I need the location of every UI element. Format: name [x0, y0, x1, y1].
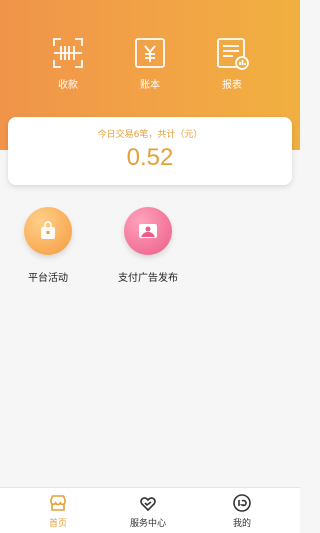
feature-label: 平台活动	[28, 273, 68, 284]
bottom-tab-bar: 首页 服务中心 我的	[0, 487, 300, 533]
summary-subtitle: 今日交易6笔，共计（元）	[97, 130, 203, 140]
image-icon	[124, 207, 172, 255]
ledger-icon	[133, 36, 167, 70]
feature-label: 支付广告发布	[118, 273, 178, 284]
feature-platform-activity[interactable]: 平台活动	[8, 207, 88, 284]
tab-label: 我的	[232, 519, 251, 529]
quick-action-label: 账本	[140, 80, 160, 91]
report-icon	[215, 36, 249, 70]
profile-icon	[233, 494, 251, 512]
quick-action-label: 报表	[222, 80, 242, 91]
summary-amount: 0.52	[126, 144, 174, 171]
scan-icon	[51, 36, 85, 70]
quick-action-collect[interactable]: 收款	[43, 36, 93, 91]
tab-label: 服务中心	[129, 519, 166, 529]
heart-hands-icon	[140, 497, 156, 512]
tab-home[interactable]: 首页	[28, 493, 88, 529]
store-icon	[50, 495, 66, 511]
quick-action-label: 收款	[58, 80, 78, 91]
feature-payment-ad[interactable]: 支付广告发布	[108, 207, 188, 284]
shopping-bag-icon	[24, 207, 72, 255]
tab-mine[interactable]: 我的	[212, 493, 272, 529]
quick-action-ledger[interactable]: 账本	[125, 36, 175, 91]
summary-card: 今日交易6笔，共计（元） 0.52	[8, 117, 292, 185]
tab-service-center[interactable]: 服务中心	[118, 493, 178, 529]
quick-action-report[interactable]: 报表	[207, 36, 257, 91]
tab-label: 首页	[48, 519, 67, 529]
